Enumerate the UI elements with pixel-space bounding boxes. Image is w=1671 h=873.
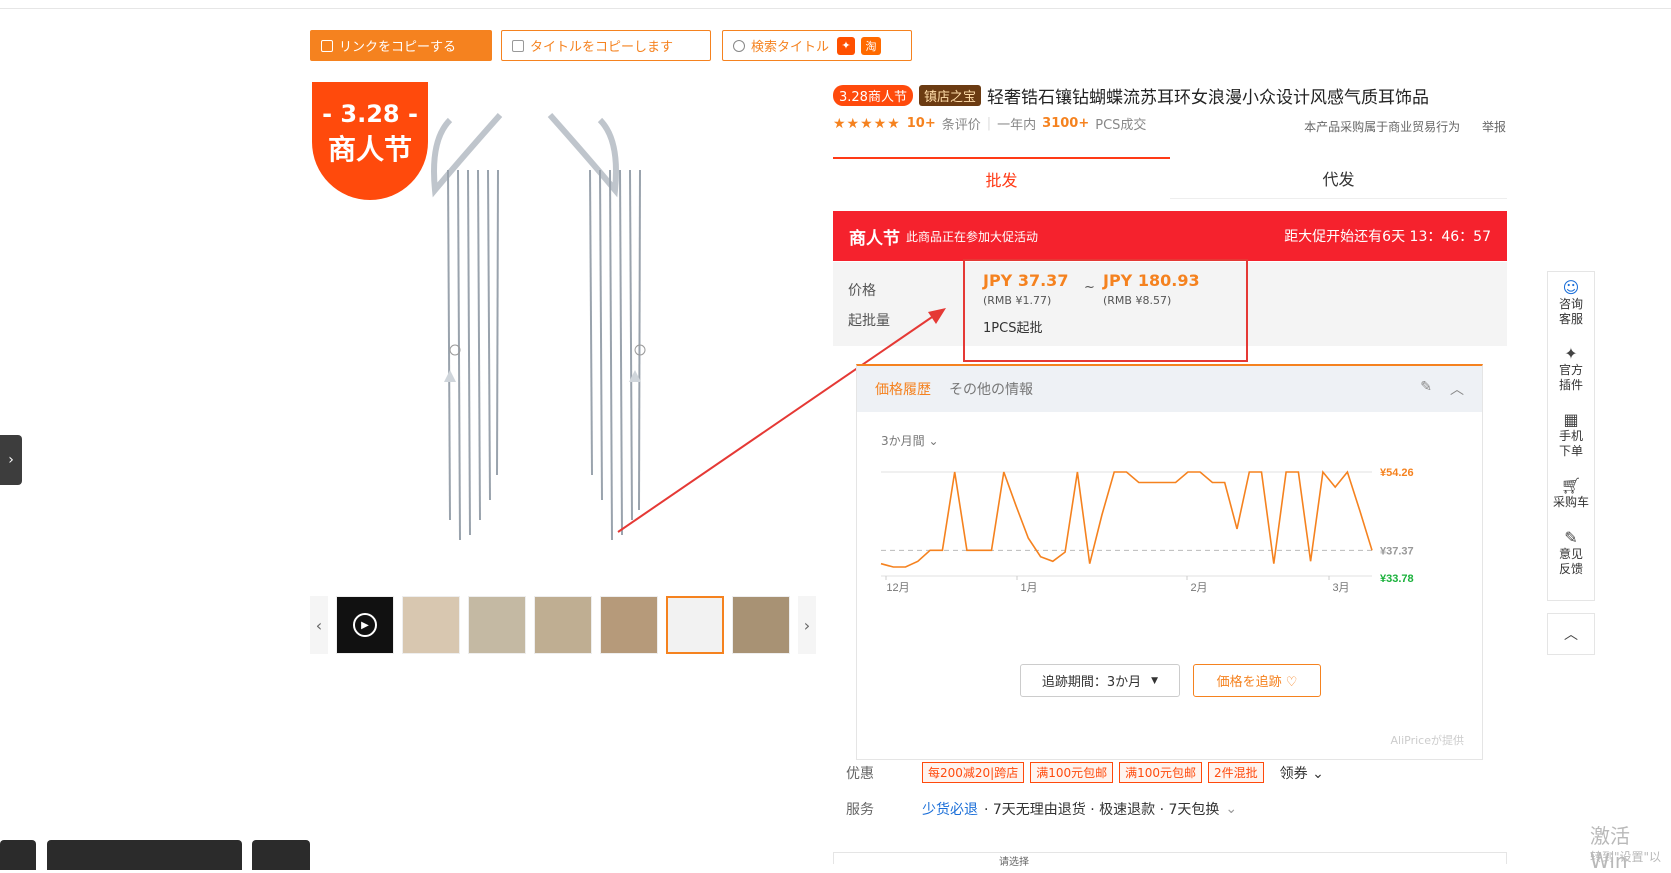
side-item-label: 手机 下单 [1558,429,1583,458]
dock-item[interactable] [0,840,36,870]
price-series-line [880,470,1373,568]
side-item-consult[interactable]: ☺ 咨询 客服 [1558,272,1584,338]
dock-item[interactable] [47,840,242,870]
service-link[interactable]: 少货必退 [922,799,978,819]
side-item-label: 咨询 客服 [1558,297,1583,326]
edit-icon: ✎ [1564,528,1578,547]
y-tick-label: ¥54.26 [1380,467,1414,479]
qrcode-icon: ▦ [1563,410,1579,429]
tracker-header: 価格履歴 その他の情報 ✎ ︿ [857,366,1482,412]
chevron-down-icon[interactable]: ⌄ [1225,801,1237,817]
y-tick-label: ¥37.37 [1380,545,1414,557]
side-item-label: 官方 插件 [1558,363,1583,392]
discount-row: 优惠 每200减20|跨店 满100元包邮 满100元包邮 2件混批 领券 ⌄ [846,762,1324,783]
track-period-select[interactable]: 追跡期間：3か月 ▼ [1020,664,1180,697]
bottom-card-text: 请选择 [999,857,1029,868]
chat-icon: ☺ [1562,278,1580,297]
y-tick-label: ¥33.78 [1380,573,1414,585]
x-tick-label: 2月 [1190,582,1207,594]
scroll-top-button[interactable]: ︿ [1547,613,1595,655]
bottom-card: 请选择 [833,852,1507,868]
price-tracker-panel: 価格履歴 その他の情報 ✎ ︿ 3か月間 ⌄ ¥54.26 ¥37.37 ¥33.7… [856,364,1483,760]
get-coupon-label: 领券 [1279,765,1308,782]
track-period-label: 追跡期間：3か月 [1041,675,1142,690]
coupon-tag[interactable]: 满100元包邮 [1119,762,1203,783]
left-expand-handle[interactable]: › [0,435,22,485]
service-items: · 7天无理由退货 · 极速退款 · 7天包换 [984,802,1220,818]
coupon-tag[interactable]: 满100元包邮 [1030,762,1114,783]
side-item-plugin[interactable]: ✦ 官方 插件 [1558,338,1584,404]
x-tick-label: 3月 [1332,582,1349,594]
dock-item[interactable] [252,840,310,870]
side-toolbar: ☺ 咨询 客服 ✦ 官方 插件 ▦ 手机 下单 🛒︎ 采购车 ✎ 意见 反馈 [1547,271,1595,601]
cart-icon: 🛒︎ [1560,476,1582,495]
side-item-cart[interactable]: 🛒︎ 采购车 [1553,470,1589,522]
windows-activation-watermark: 激活 Win [1590,824,1630,873]
service-row: 服务 少货必退 · 7天无理由退货 · 极速退款 · 7天包换 ⌄ [846,799,1237,819]
tab-price-history[interactable]: 価格履歴 [875,379,931,399]
collapse-icon[interactable]: ︿ [1450,379,1464,399]
coupon-tag[interactable]: 每200减20|跨店 [922,762,1025,783]
tracker-body: 3か月間 ⌄ ¥54.26 ¥37.37 ¥33.78 12月 1月 2月 3月 追跡期間：… [857,412,1482,762]
get-coupon-link[interactable]: 领券 ⌄ [1280,763,1324,783]
track-price-button[interactable]: 価格を追跡 ♡ [1193,664,1321,697]
side-item-mobile[interactable]: ▦ 手机 下单 [1558,404,1584,470]
windows-activation-sub: 转到"设置"以 [1590,850,1662,864]
x-tick-label: 1月 [1020,582,1037,594]
side-item-feedback[interactable]: ✎ 意见 反馈 [1558,522,1584,588]
service-label: 服务 [846,802,874,818]
puzzle-icon: ✦ [1564,344,1578,363]
provider-label: AliPriceが提供 [1390,734,1464,747]
chevron-right-icon: › [8,452,14,468]
side-item-label: 意见 反馈 [1558,547,1583,576]
x-tick-label: 12月 [886,582,909,594]
discount-label: 优惠 [846,765,874,782]
tab-other-info[interactable]: その他の情報 [949,379,1033,399]
caret-down-icon: ▼ [1151,675,1159,686]
coupon-tag[interactable]: 2件混批 [1208,762,1264,783]
price-chart: ¥54.26 ¥37.37 ¥33.78 12月 1月 2月 3月 [880,467,1414,594]
edit-icon[interactable]: ✎ [1420,379,1432,399]
chevron-up-icon: ︿ [1564,627,1578,643]
side-item-label: 采购车 [1552,495,1589,509]
